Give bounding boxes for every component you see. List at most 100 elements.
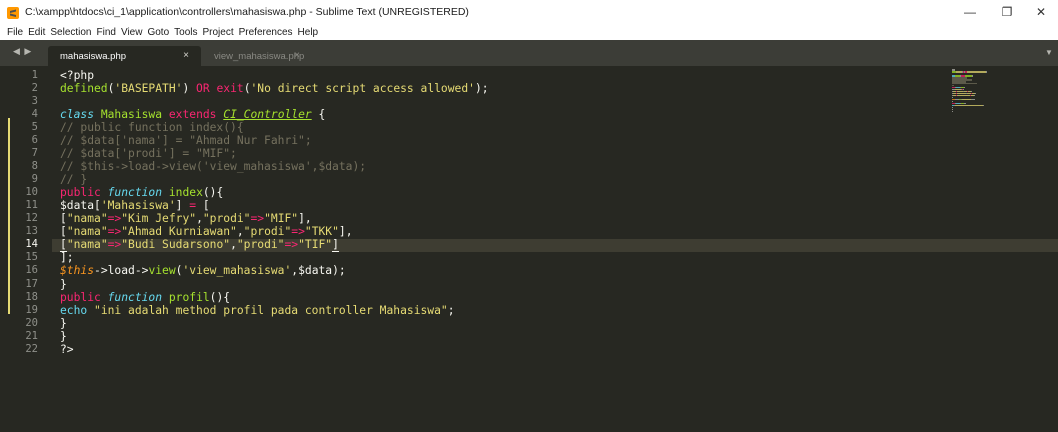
code-token: $this <box>60 264 95 278</box>
minimap-segment <box>952 110 954 113</box>
code-token: [ <box>60 212 67 226</box>
code-token: => <box>107 238 122 252</box>
code-token: ); <box>474 82 489 96</box>
code-area[interactable]: <?php defined('BASEPATH') OR exit('No dir… <box>60 69 489 356</box>
line-number: 1 <box>31 69 38 81</box>
minimap-segment <box>973 94 975 97</box>
tab-mahasiswa[interactable]: mahasiswa.php × <box>48 46 201 66</box>
tab-dropdown-icon[interactable]: ▼ <box>1045 48 1053 57</box>
code-editor[interactable]: 1 2 3 4 5 6 7 8 9 10 11 12 13 14 15 16 17 18 19 20 21 22 <?ph… <box>0 66 1058 432</box>
code-token: CI_Controller <box>223 108 312 122</box>
code-line: // public function index(){ <box>60 121 489 134</box>
code-token: [ <box>60 225 67 239</box>
code-line: public function profil(){ <box>60 291 489 304</box>
menu-view[interactable]: View <box>121 27 143 38</box>
line-number: 14 <box>25 238 38 251</box>
code-line: ["nama"=>"Budi Sudarsono","prodi"=>"TIF"… <box>60 238 489 253</box>
code-token: echo <box>60 303 88 317</box>
line-number: 21 <box>25 329 38 342</box>
line-number: 17 <box>25 277 38 290</box>
close-icon: ✕ <box>1035 5 1047 19</box>
code-token: [ <box>196 199 210 213</box>
minimap-segment <box>972 74 974 77</box>
minimap-segment <box>970 98 976 101</box>
close-button[interactable]: ✕ <box>1024 2 1058 22</box>
code-token: ; <box>447 303 455 317</box>
code-token: "Budi Sudarsono" <box>121 238 231 252</box>
code-line: ​ <box>60 95 489 108</box>
code-line: ?> <box>60 343 489 356</box>
code-token: "MIF" <box>264 212 299 226</box>
menu-preferences[interactable]: Preferences <box>239 27 293 38</box>
code-token: index <box>168 186 203 200</box>
code-line: class Mahasiswa extends CI_Controller { <box>60 108 489 121</box>
tab-close-icon[interactable]: × <box>294 50 300 61</box>
line-number: 2 <box>31 82 38 95</box>
code-line: // $data['nama'] = "Ahmad Nur Fahri"; <box>60 134 489 147</box>
menu-tools[interactable]: Tools <box>174 27 197 38</box>
menu-goto[interactable]: Goto <box>147 27 169 38</box>
code-token: function <box>107 290 163 304</box>
code-token: "TIF" <box>298 238 333 252</box>
code-token: // $data['nama'] = "Ahmad Nur Fahri"; <box>60 134 312 148</box>
minimize-icon: — <box>964 5 976 19</box>
code-token: => <box>284 238 299 252</box>
code-token: } <box>60 277 67 291</box>
line-number: 13 <box>25 225 38 238</box>
code-token: 'BASEPATH' <box>114 82 183 96</box>
tab-navigation-arrows-icon[interactable]: ◀ ▶ <box>13 46 32 57</box>
menu-selection[interactable]: Selection <box>50 27 91 38</box>
line-number: 16 <box>25 264 38 277</box>
minimap[interactable] <box>952 69 1012 113</box>
code-token: 'Mahasiswa' <box>100 199 176 213</box>
code-token: ( <box>243 82 251 96</box>
code-line: $data['Mahasiswa'] = [ <box>60 199 489 212</box>
code-token: extends <box>168 108 217 122</box>
code-token: , <box>196 212 203 226</box>
tab-view-mahasiswa[interactable]: view_mahasiswa.php × <box>188 46 312 66</box>
code-token: => <box>107 212 122 226</box>
line-number: 9 <box>31 173 38 186</box>
code-line: <?php <box>60 69 489 82</box>
code-token: , <box>230 238 237 252</box>
code-token: { <box>311 108 326 122</box>
code-token: defined <box>60 82 108 96</box>
minimap-segment <box>956 94 966 97</box>
code-token: "nama" <box>66 225 108 239</box>
code-token: function <box>107 186 163 200</box>
menu-find[interactable]: Find <box>97 27 116 38</box>
code-line: // $data['prodi'] = "MIF"; <box>60 147 489 160</box>
minimap-segment <box>961 98 971 101</box>
tab-label: mahasiswa.php <box>60 50 127 62</box>
window-title: C:\xampp\htdocs\ci_1\application\control… <box>25 6 469 18</box>
menu-project[interactable]: Project <box>203 27 234 38</box>
code-token: ] <box>175 199 190 213</box>
line-number: 12 <box>25 212 38 225</box>
code-token: ], <box>298 212 312 226</box>
code-token: "nama" <box>66 212 108 226</box>
code-token: "Ahmad Kurniawan" <box>121 225 237 239</box>
code-token: "prodi" <box>236 238 285 252</box>
line-number: 3 <box>31 95 38 108</box>
menu-file[interactable]: File <box>7 27 23 38</box>
code-token: exit <box>216 82 244 96</box>
title-bar: C:\xampp\htdocs\ci_1\application\control… <box>0 0 1058 25</box>
code-token: => <box>250 212 265 226</box>
minimap-line <box>952 110 1012 113</box>
maximize-button[interactable]: ❐ <box>990 2 1024 22</box>
minimize-button[interactable]: — <box>953 2 987 22</box>
code-token: ] <box>332 238 339 253</box>
line-number: 15 <box>25 251 38 264</box>
menu-edit[interactable]: Edit <box>28 27 45 38</box>
code-token: OR <box>196 82 210 96</box>
menu-help[interactable]: Help <box>298 27 319 38</box>
tab-bar: ◀ ▶ view_mahasiswa.php × mahasiswa.php ×… <box>0 40 1058 66</box>
code-token: "nama" <box>66 238 108 252</box>
code-line: $this->load->view('view_mahasiswa',$data… <box>60 264 489 277</box>
line-number: 11 <box>25 199 38 212</box>
line-number-gutter: 1 2 3 4 5 6 7 8 9 10 11 12 13 14 15 16 17 18 19 20 21 22 <box>0 69 52 356</box>
tab-close-icon[interactable]: × <box>183 50 189 61</box>
